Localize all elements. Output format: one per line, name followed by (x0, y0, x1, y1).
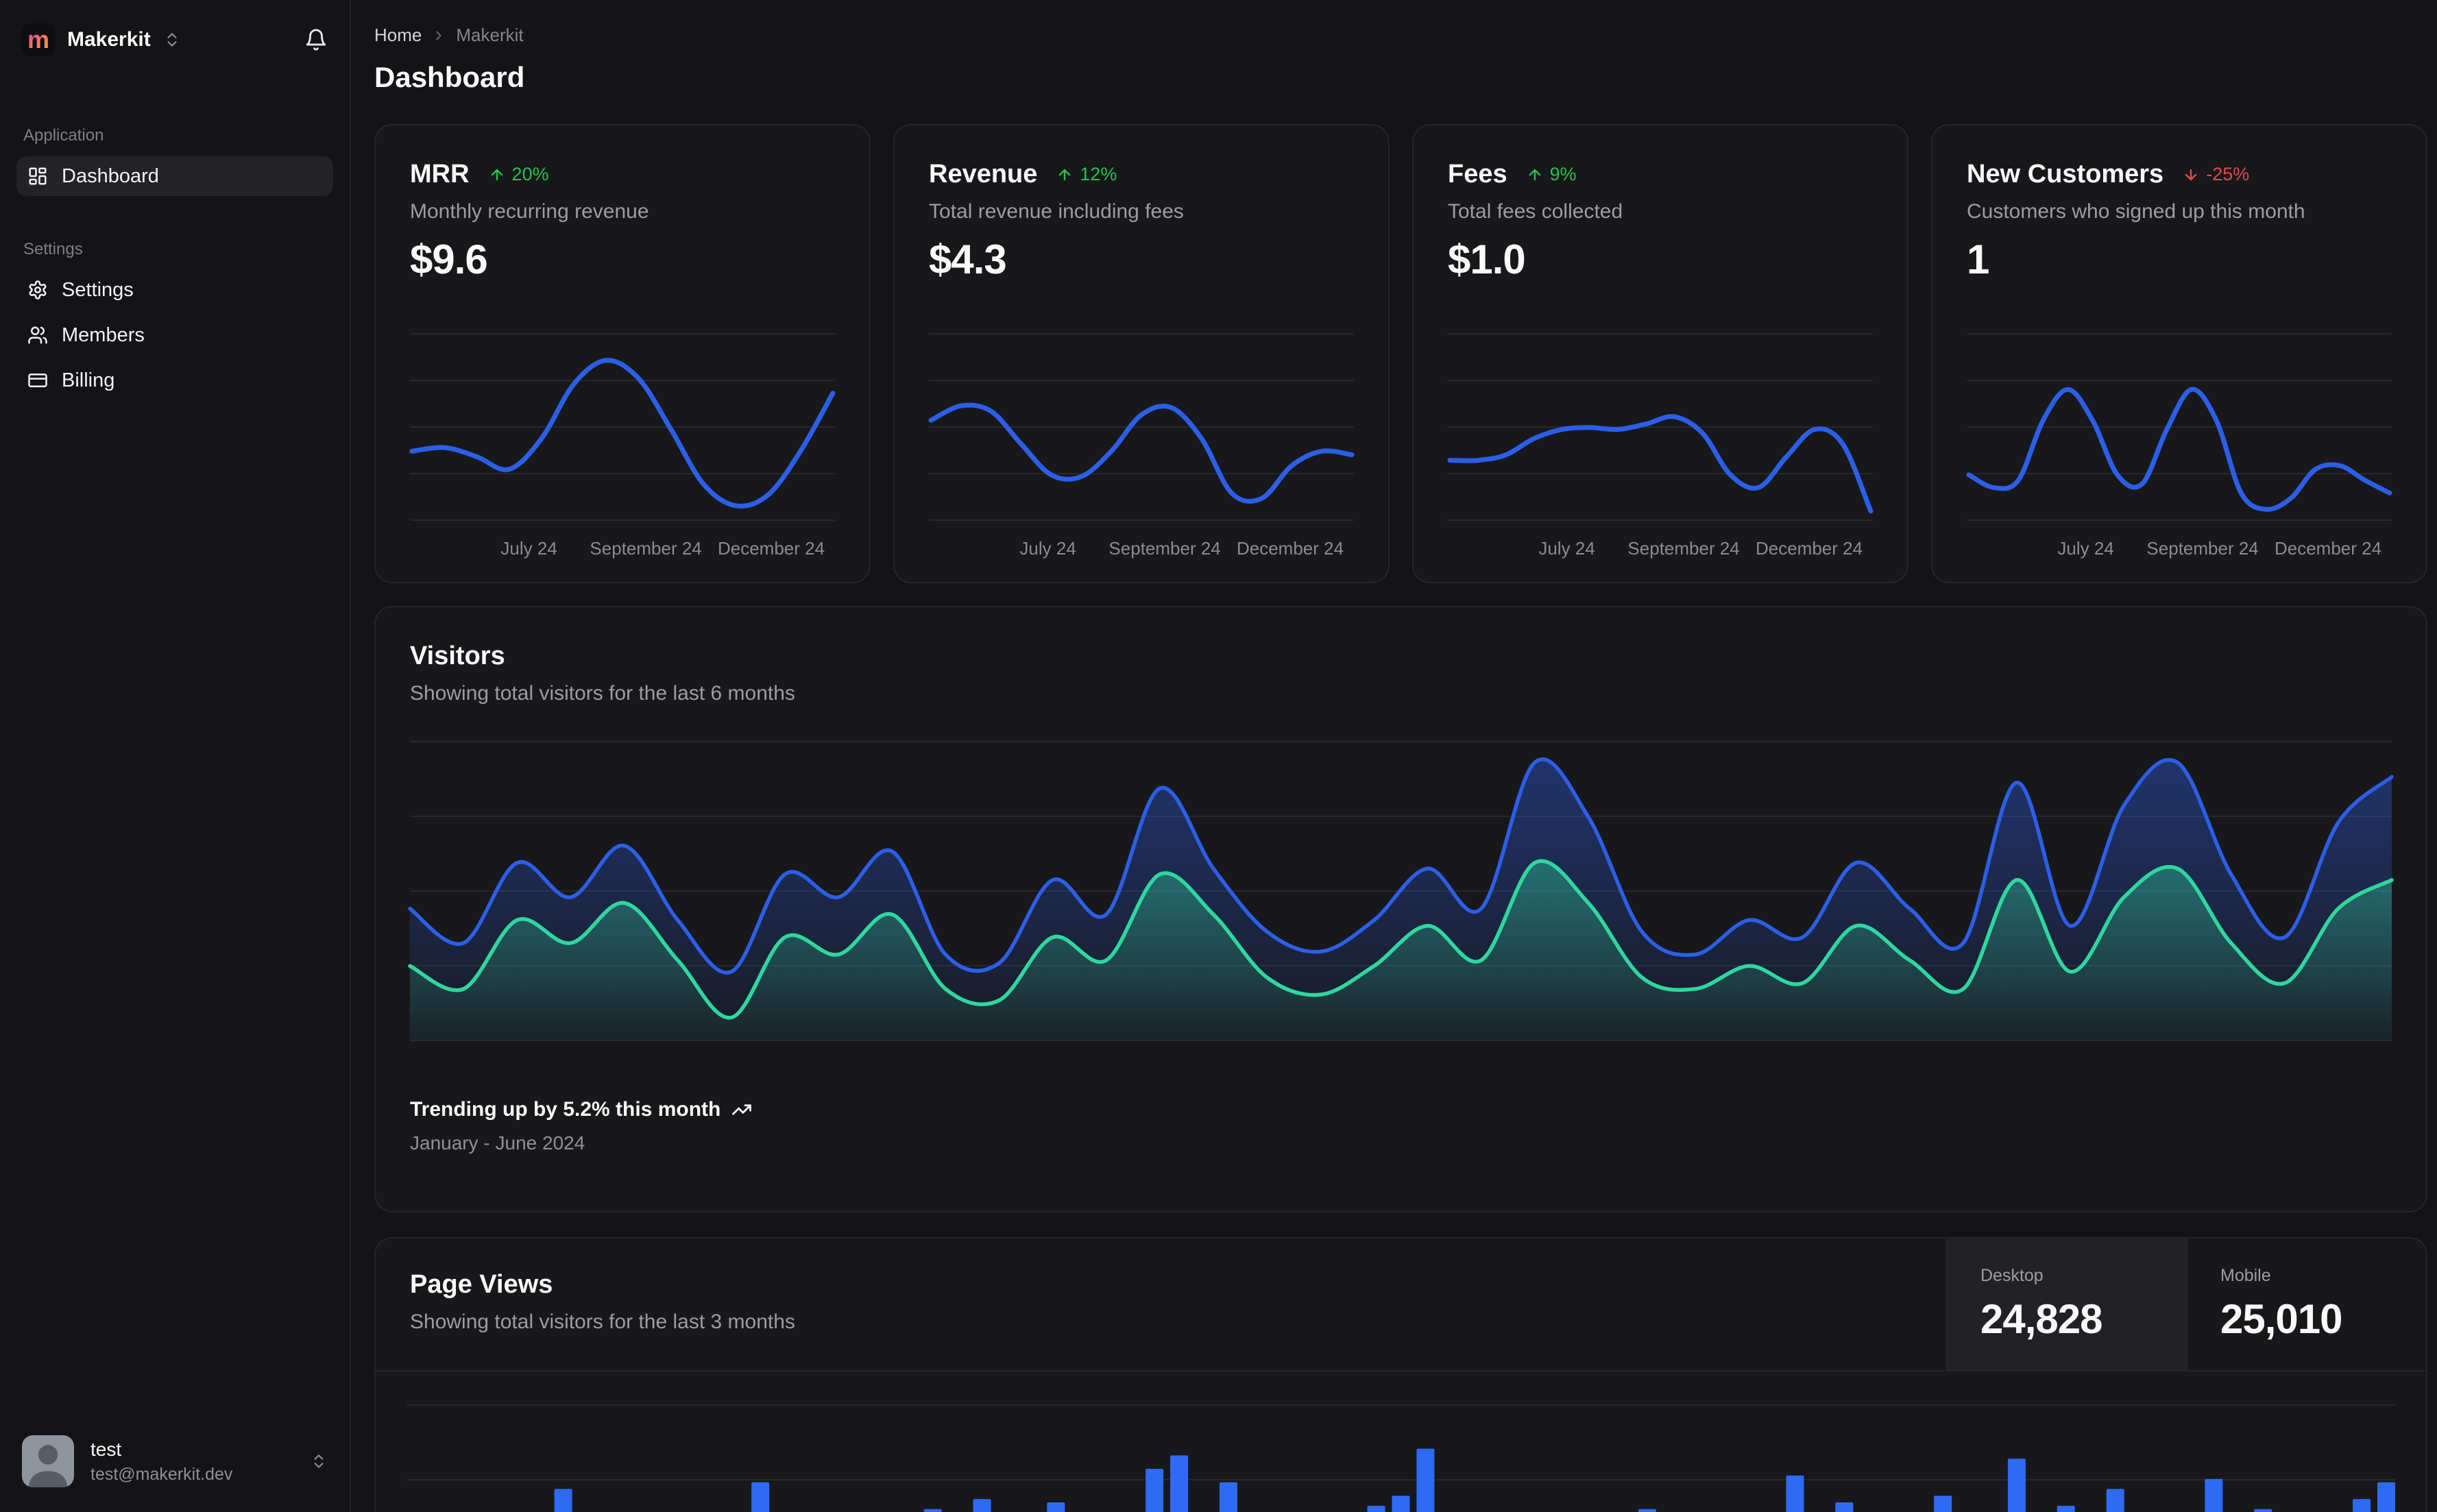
arrow-up-icon (1529, 169, 1540, 180)
visitors-area-chart (408, 740, 2394, 1045)
page-views-card: Page Views Showing total visitors for th… (374, 1237, 2427, 1512)
sidebar-group-label-application: Application (23, 126, 104, 145)
users-icon (28, 326, 47, 344)
fees-sparkline-chart (1447, 327, 1874, 526)
metric-card-revenue: Revenue 12% Total revenue including fees… (893, 124, 1390, 583)
arrow-up-icon (1059, 169, 1071, 180)
workspace-name[interactable]: Makerkit (67, 28, 151, 51)
metric-subtitle: Total fees collected (1448, 200, 1623, 223)
sidebar-item-settings[interactable]: Settings (16, 270, 333, 310)
metric-title: New Customers (1967, 160, 2164, 188)
desktop-toggle-button[interactable]: Desktop 24,828 (1946, 1239, 2186, 1370)
breadcrumb-current: Makerkit (456, 25, 524, 45)
user-name: test (90, 1438, 122, 1460)
chevron-right-icon (436, 31, 442, 40)
visitors-subtitle: Showing total visitors for the last 6 mo… (410, 682, 795, 705)
x-axis-labels: July 24 September 24 December 24 (1019, 538, 1344, 559)
metric-value: $4.3 (929, 236, 1007, 282)
gear-icon (29, 280, 47, 300)
x-axis-labels: July 24 September 24 December 24 (500, 538, 825, 559)
bell-icon (306, 29, 326, 51)
credit-card-icon (28, 374, 47, 387)
page-views-title: Page Views (410, 1270, 553, 1299)
metric-card-fees: Fees 9% Total fees collected $1.0 July 2… (1412, 124, 1908, 583)
sidebar-item-label: Billing (62, 369, 115, 391)
trend-badge: 20% (489, 164, 549, 185)
visitors-date-range: January - June 2024 (410, 1132, 585, 1154)
main-content: Home Makerkit Dashboard MRR 20% Monthly … (351, 0, 2437, 1512)
chevrons-up-down-icon (314, 1454, 324, 1468)
sidebar-item-label: Settings (62, 278, 134, 301)
sidebar-header: m Makerkit (16, 19, 333, 60)
trend-badge: 9% (1527, 164, 1577, 185)
metric-value: $1.0 (1448, 236, 1526, 282)
breadcrumb: Home Makerkit (374, 25, 2427, 46)
page-views-bar-chart (376, 1371, 2426, 1512)
metric-subtitle: Customers who signed up this month (1967, 200, 2305, 223)
mobile-total: 25,010 (2220, 1296, 2343, 1342)
sidebar: m Makerkit Application Dashboard Setting… (0, 0, 351, 1512)
trend-badge: -25% (2183, 164, 2249, 185)
layout-dashboard-icon (29, 167, 47, 185)
sidebar-item-dashboard[interactable]: Dashboard (16, 156, 333, 196)
arrow-down-icon (2185, 169, 2197, 180)
user-email: test@makerkit.dev (90, 1464, 233, 1484)
visitors-trend-text: Trending up by 5.2% this month (410, 1098, 721, 1121)
trending-up-icon (732, 1104, 752, 1115)
sidebar-item-billing[interactable]: Billing (16, 361, 333, 400)
revenue-sparkline-chart (928, 327, 1355, 526)
makerkit-logo-icon: m (22, 23, 55, 56)
sidebar-item-label: Dashboard (62, 164, 159, 187)
app-root: m Makerkit Application Dashboard Setting… (0, 0, 2437, 1512)
visitors-card: Visitors Showing total visitors for the … (374, 606, 2427, 1212)
metric-value: $9.6 (410, 236, 488, 282)
metric-title: Fees (1448, 160, 1507, 188)
visitors-title: Visitors (410, 642, 505, 670)
metric-subtitle: Total revenue including fees (929, 200, 1184, 223)
metric-title: Revenue (929, 160, 1038, 188)
metric-card-new-customers: New Customers -25% Customers who signed … (1931, 124, 2427, 583)
breadcrumb-home-link[interactable]: Home (374, 25, 422, 46)
notifications-button[interactable] (304, 28, 328, 51)
page-title: Dashboard (374, 61, 525, 93)
metric-subtitle: Monthly recurring revenue (410, 200, 649, 223)
x-axis-labels: July 24 September 24 December 24 (1538, 538, 1863, 559)
mrr-sparkline-chart (409, 327, 836, 526)
new-customers-sparkline-chart (1966, 327, 2392, 526)
avatar (22, 1435, 74, 1487)
sidebar-item-members[interactable]: Members (16, 315, 333, 355)
x-axis-labels: July 24 September 24 December 24 (2057, 538, 2382, 559)
metric-title: MRR (410, 160, 470, 188)
trend-badge: 12% (1056, 164, 1117, 185)
user-menu[interactable]: test test@makerkit.dev (16, 1430, 333, 1493)
mobile-toggle-button[interactable]: Mobile 25,010 (2186, 1239, 2426, 1370)
sidebar-item-label: Members (62, 324, 145, 346)
desktop-total: 24,828 (1980, 1296, 2103, 1342)
metric-cards-row: MRR 20% Monthly recurring revenue $9.6 J… (374, 124, 2427, 583)
sidebar-group-label-settings: Settings (23, 240, 83, 258)
page-views-subtitle: Showing total visitors for the last 3 mo… (410, 1310, 795, 1333)
metric-value: 1 (1967, 236, 1989, 282)
metric-card-mrr: MRR 20% Monthly recurring revenue $9.6 J… (374, 124, 871, 583)
arrow-up-icon (491, 169, 502, 180)
chevrons-up-down-icon[interactable] (163, 31, 181, 49)
